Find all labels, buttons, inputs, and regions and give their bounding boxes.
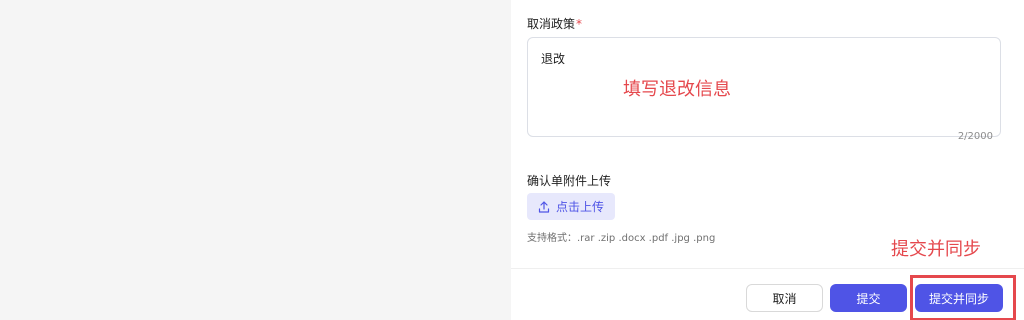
cancel-policy-textarea[interactable]: 退改 2/2000 — [527, 37, 1001, 142]
cancel-policy-label: 取消政策* — [527, 15, 582, 32]
cancel-policy-value: 退改 — [541, 52, 566, 66]
supported-formats-text: 支持格式：.rar .zip .docx .pdf .jpg .png — [527, 233, 716, 244]
required-mark: * — [576, 17, 583, 31]
page: 取消政策* 退改 2/2000 填写退改信息 确认单附件上传 点击上传 支持格式… — [0, 0, 1024, 320]
upload-icon — [538, 200, 550, 213]
fill-hint-annotation: 填写退改信息 — [623, 79, 731, 100]
page-backdrop — [0, 0, 511, 320]
upload-button-label: 点击上传 — [555, 200, 604, 214]
submit-button[interactable]: 提交 — [830, 284, 907, 312]
attachment-label: 确认单附件上传 — [527, 174, 612, 188]
submit-sync-annotation: 提交并同步 — [891, 239, 981, 260]
cancel-button[interactable]: 取消 — [746, 284, 823, 312]
upload-button[interactable]: 点击上传 — [527, 193, 615, 220]
footer-divider — [511, 268, 1024, 269]
character-counter: 2/2000 — [957, 131, 993, 142]
cancel-policy-label-text: 取消政策 — [527, 17, 576, 31]
form-panel: 取消政策* 退改 2/2000 填写退改信息 确认单附件上传 点击上传 支持格式… — [511, 0, 1024, 320]
submit-and-sync-button[interactable]: 提交并同步 — [915, 284, 1003, 312]
